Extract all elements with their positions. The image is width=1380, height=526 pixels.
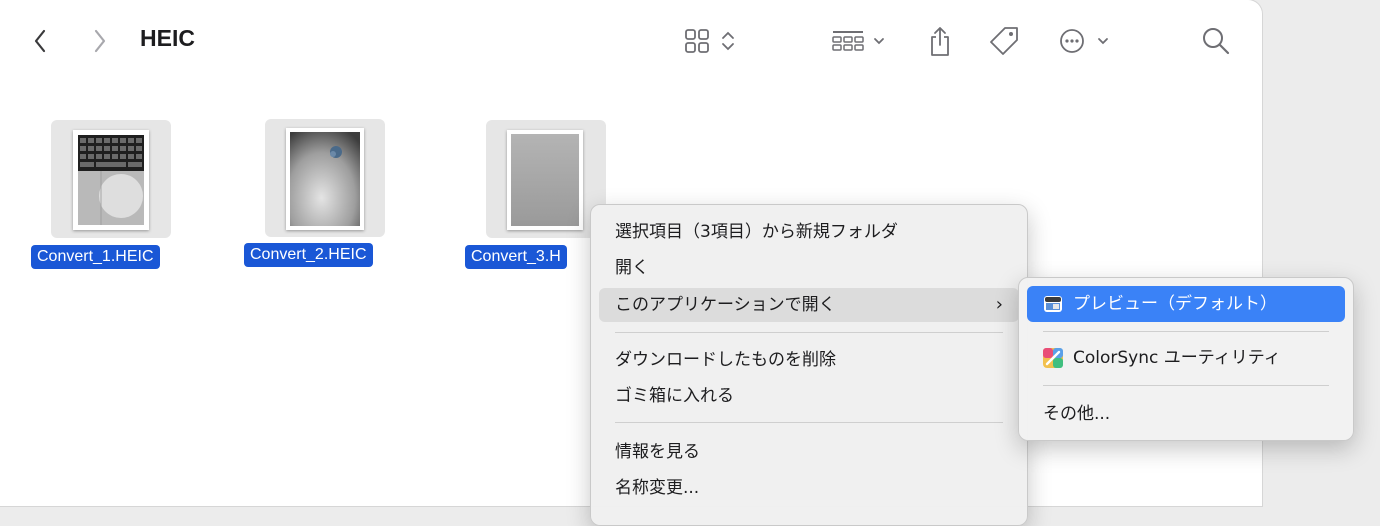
- menu-item-open-with[interactable]: このアプリケーションで開く ›: [599, 288, 1019, 322]
- submenu-item-other[interactable]: その他...: [1027, 396, 1345, 432]
- menu-item-get-info[interactable]: 情報を見る: [599, 435, 1019, 469]
- file-name-label[interactable]: Convert_2.HEIC: [244, 243, 373, 267]
- forward-chevron-icon[interactable]: [88, 26, 112, 56]
- preview-app-icon: [1043, 294, 1063, 314]
- tag-icon[interactable]: [986, 24, 1022, 58]
- icon-view-icon[interactable]: [684, 27, 744, 55]
- group-icon[interactable]: [830, 27, 890, 55]
- menu-separator: [615, 332, 1003, 333]
- submenu-item-colorsync[interactable]: ColorSync ユーティリティ: [1027, 340, 1345, 376]
- menu-item-move-to-trash[interactable]: ゴミ箱に入れる: [599, 379, 1019, 413]
- menu-item-delete-downloaded[interactable]: ダウンロードしたものを削除: [599, 343, 1019, 377]
- open-with-submenu: プレビュー（デフォルト） ColorSync ユーティリティ その他...: [1018, 277, 1354, 441]
- menu-item-open[interactable]: 開く: [599, 251, 1019, 285]
- back-chevron-icon[interactable]: [28, 26, 52, 56]
- menu-item-rename[interactable]: 名称変更...: [599, 471, 1019, 505]
- submenu-item-preview-label: プレビュー（デフォルト）: [1073, 294, 1277, 314]
- colorsync-app-icon: [1043, 348, 1063, 368]
- search-icon[interactable]: [1200, 24, 1232, 58]
- window-title: HEIC: [140, 25, 195, 51]
- share-icon[interactable]: [926, 24, 954, 58]
- menu-separator: [1043, 385, 1329, 386]
- context-menu: 選択項目（3項目）から新規フォルダ 開く このアプリケーションで開く › ダウン…: [590, 204, 1028, 526]
- image-thumbnail[interactable]: [507, 130, 583, 230]
- submenu-item-preview[interactable]: プレビュー（デフォルト）: [1027, 286, 1345, 322]
- menu-item-new-folder-with-selection[interactable]: 選択項目（3項目）から新規フォルダ: [599, 215, 1019, 249]
- file-name-label[interactable]: Convert_3.H: [465, 245, 567, 269]
- menu-item-open-with-label: このアプリケーションで開く: [615, 295, 836, 315]
- menu-separator: [615, 422, 1003, 423]
- submenu-item-colorsync-label: ColorSync ユーティリティ: [1073, 348, 1281, 368]
- image-thumbnail[interactable]: [73, 130, 149, 230]
- file-name-label[interactable]: Convert_1.HEIC: [31, 245, 160, 269]
- image-thumbnail[interactable]: [286, 128, 364, 230]
- menu-separator: [1043, 331, 1329, 332]
- more-icon[interactable]: [1058, 26, 1122, 56]
- submenu-arrow-icon: ›: [995, 294, 1003, 315]
